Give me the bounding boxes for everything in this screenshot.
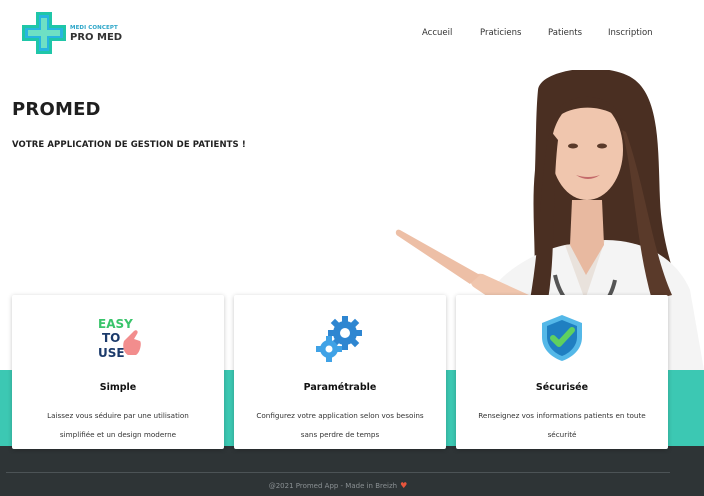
logo[interactable]: MEDI CONCEPT PRO MED: [20, 10, 123, 56]
shield-check-icon: [542, 315, 582, 361]
feature-description: Renseignez vos informations patients en …: [478, 411, 646, 439]
footer-divider: [6, 472, 670, 473]
svg-text:EASY: EASY: [98, 317, 133, 331]
hero-subtitle: VOTRE APPLICATION DE GESTION DE PATIENTS…: [12, 140, 246, 150]
hero-title: PROMED: [12, 99, 101, 120]
svg-text:TO: TO: [102, 331, 120, 345]
feature-title: Paramétrable: [303, 382, 377, 393]
footer-text: @2021 Promed App - Made in Breizh ♥: [0, 481, 676, 490]
nav-praticiens[interactable]: Praticiens: [480, 28, 521, 38]
feature-card-securisee: Sécurisée Renseignez vos informations pa…: [456, 295, 668, 449]
page: MEDI CONCEPT PRO MED Accueil Praticiens …: [0, 0, 704, 496]
feature-title: Simple: [99, 382, 137, 393]
feature-description: Laissez vous séduire par une utilisation…: [47, 411, 189, 439]
nav-inscription[interactable]: Inscription: [608, 28, 653, 38]
footer-copyright: @2021 Promed App - Made in Breizh: [268, 482, 398, 490]
svg-text:USE: USE: [98, 346, 125, 360]
logo-subtitle: MEDI CONCEPT: [70, 25, 118, 31]
nav-accueil[interactable]: Accueil: [422, 28, 452, 38]
easy-to-use-icon: EASY TO USE: [98, 317, 141, 360]
feature-card-simple: EASY TO USE Simple Laissez vous séduire …: [12, 295, 224, 449]
feature-card-parametrable: Paramétrable Configurez votre applicatio…: [234, 295, 446, 449]
medical-cross-icon: [22, 12, 66, 54]
nav-patients[interactable]: Patients: [548, 28, 582, 38]
logo-name: PRO MED: [70, 32, 123, 43]
heart-icon: ♥: [400, 481, 408, 490]
feature-description: Configurez votre application selon vos b…: [256, 411, 424, 439]
gears-icon: [316, 316, 362, 362]
feature-title: Sécurisée: [535, 382, 589, 393]
